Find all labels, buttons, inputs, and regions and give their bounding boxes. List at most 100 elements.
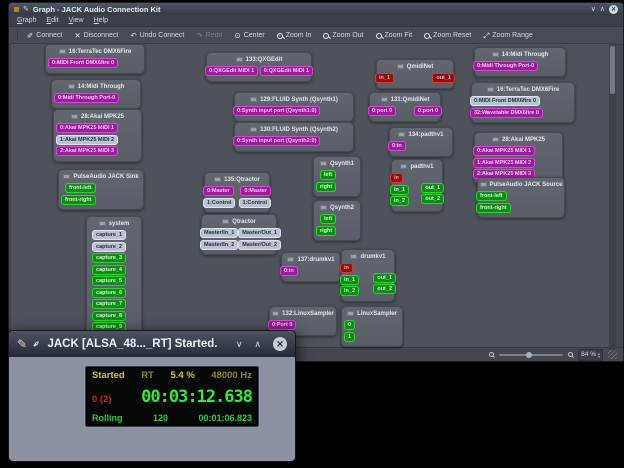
port-0-akai-mpk25-midi-1[interactable]: 0:Akai MPK25 MIDI 1 [473,146,535,156]
shade-up-icon[interactable]: ∧ [254,339,261,350]
port-front-right[interactable]: front-right [61,195,96,205]
menu-help[interactable]: Help [90,17,112,24]
node-padthv1-audio[interactable]: padthv1inin_1in_2xout_1out_2 [391,159,443,212]
port-front-left[interactable]: front-left [476,191,507,201]
port-0-akai-mpk25-midi-1[interactable]: 0:Akai MPK25 MIDI 1 [56,123,118,133]
port-1-control[interactable]: 1:Control [203,198,235,208]
node-padthv1-midi[interactable]: 134:padthv10:in [389,127,453,157]
zoom-spin-arrows[interactable]: ▴▾ [598,352,600,358]
port-in[interactable]: in [340,263,353,273]
node-midi-through-out[interactable]: 14:Midi Through0:Midi Through Port-0 [51,79,141,109]
patch-canvas[interactable]: 16:TerraTec DMX6Fire0:MIDI Front DMX6fir… [11,43,616,350]
vertical-scrollbar[interactable] [609,44,616,350]
node-qmidinet-alsa[interactable]: 131:QmidiNet0:port 00:port 0 [369,92,441,122]
zoom-range-button[interactable]: ⤢Zoom Range [478,31,537,41]
zoom-in-icon[interactable] [568,352,573,357]
port-1[interactable]: 1 [344,332,355,342]
port-0-master[interactable]: 0:Master [203,186,234,196]
node-qsynth2[interactable]: Qsynth2leftright [313,200,361,241]
zoom-fit-button[interactable]: Zoom Fit [371,31,418,40]
port-in-2[interactable]: in_2 [390,196,409,206]
port-master-out-1[interactable]: Master/Out_1 [238,228,281,238]
port-left[interactable]: left [320,214,336,224]
port-capture-7[interactable]: capture_7 [92,299,126,309]
port-0-midi-through-port-0[interactable]: 0:Midi Through Port-0 [54,93,119,103]
port-1-akai-mpk25-midi-2[interactable]: 1:Akai MPK25 MIDI 2 [56,135,118,145]
port-32-wavetable-dmx6fire-0[interactable]: 32:Wavetable DMX6fire 0 [470,108,543,118]
port-0-port-0[interactable]: 0:port 0 [368,106,396,116]
node-fluid-synth-1[interactable]: 129:FLUID Synth (Qsynth1)0:Synth input p… [234,92,354,122]
node-pulseaudio-source[interactable]: PulseAudio JACK Sourcefront-leftfront-ri… [477,177,565,218]
port-capture-8[interactable]: capture_8 [92,311,126,321]
port-0-synth-input-port-qsynth1-0-[interactable]: 0:Synth input port (Qsynth1:0) [233,106,320,116]
connect-button[interactable]: ✐Connect [22,31,67,41]
port-capture-5[interactable]: capture_5 [92,276,126,286]
port-front-right[interactable]: front-right [476,203,511,213]
port-right[interactable]: right [316,226,336,236]
port-capture-2[interactable]: capture_2 [92,242,126,252]
port-1-akai-mpk25-midi-2[interactable]: 1:Akai MPK25 MIDI 2 [473,158,535,168]
node-linuxsampler-audio[interactable]: LinuxSampler01 [341,306,403,347]
port-out-2[interactable]: out_2 [373,284,396,294]
port-0-in[interactable]: 0:in [280,266,298,276]
zoom-reset-button[interactable]: Zoom Reset [419,31,476,40]
port-capture-3[interactable]: capture_3 [92,253,126,263]
node-terratec-out[interactable]: 16:TerraTec DMX6Fire0:MIDI Front DMX6fir… [45,44,145,74]
node-qtractor-midi[interactable]: 135:Qtractor0:Master1:Control0:Master1:C… [204,172,270,213]
port-front-left[interactable]: front-left [65,183,96,193]
node-akai-out[interactable]: 28:Akai MPK250:Akai MPK25 MIDI 11:Akai M… [53,109,142,162]
port-master-in-1[interactable]: Master/In_1 [200,228,238,238]
undo-connect-button[interactable]: ↶Undo Connect [125,31,189,41]
node-qsynth1[interactable]: Qsynth1leftright [313,156,361,197]
port-in-1[interactable]: in_1 [340,275,359,285]
close-icon[interactable]: ✕ [609,5,618,14]
minimize-icon[interactable]: ∨ [591,6,596,13]
port-out-1[interactable]: out_1 [373,273,396,283]
qjackctl-titlebar[interactable]: ✎ ✒ JACK [ALSA_48..._RT] Started. ∨ ∧ ✕ [9,331,295,357]
port-right[interactable]: right [316,182,336,192]
node-drumkv1-audio[interactable]: drumkv1inin_1in_2xout_1out_2 [341,249,395,302]
zoom-in-button[interactable]: +Zoom In [272,31,317,40]
port-0-master[interactable]: 0:Master [240,186,271,196]
port-in[interactable]: in [390,173,403,183]
port-in-1[interactable]: in_1 [390,185,409,195]
zoom-out-icon[interactable] [489,352,494,357]
zoom-slider[interactable] [499,354,563,356]
maximize-icon[interactable]: ∧ [600,6,605,13]
node-drumkv1-midi[interactable]: 137:drumkv10:in [281,252,341,282]
port-capture-4[interactable]: capture_4 [92,265,126,275]
port-in-2[interactable]: in_2 [340,286,359,296]
port-0-port-0[interactable]: 0:Port 0 [268,320,296,330]
node-qtractor-audio[interactable]: QtractorMaster/In_1Master/In_2Master/Out… [201,214,277,255]
port-2-akai-mpk25-midi-3[interactable]: 2:Akai MPK25 MIDI 3 [56,146,118,156]
port-0-port-0[interactable]: 0:port 0 [414,106,442,116]
qjackctl-close-icon[interactable]: ✕ [273,337,287,351]
port-0-midi-front-dmx6fire-0[interactable]: 0:MIDI Front DMX6fire 0 [470,96,540,106]
zoom-out-button[interactable]: -Zoom Out [318,31,368,40]
port-0-midi-through-port-0[interactable]: 0:Midi Through Port-0 [473,61,538,71]
menu-edit[interactable]: Edit [42,17,62,24]
port-0-midi-front-dmx6fire-0[interactable]: 0:MIDI Front DMX6fire 0 [48,58,118,68]
port-0-qxgedit-midi-1[interactable]: 0:QXGEdit MIDI 1 [260,66,313,76]
disconnect-button[interactable]: ✕Disconnect [69,31,123,41]
port-in-1[interactable]: in_1 [375,73,394,83]
port-1-control[interactable]: 1:Control [239,198,271,208]
node-terratec-in[interactable]: 16:TerraTec DMX6Fire0:MIDI Front DMX6fir… [471,82,575,123]
port-capture-6[interactable]: capture_6 [92,288,126,298]
window-menu-icon[interactable] [14,7,19,12]
node-midi-through-in[interactable]: 14:Midi Through0:Midi Through Port-0 [474,47,566,77]
menu-graph[interactable]: Graph [13,17,40,24]
zoom-spinbox[interactable]: 84 % ▴▾ [578,349,603,361]
port-0[interactable]: 0 [344,320,355,330]
port-0-synth-input-port-qsynth2-0-[interactable]: 0:Synth input port (Qsynth2:0) [233,136,320,146]
pin-icon[interactable]: ✒ [30,337,44,351]
port-left[interactable]: left [320,170,336,180]
port-capture-1[interactable]: capture_1 [92,230,126,240]
node-fluid-synth-2[interactable]: 130:FLUID Synth (Qsynth2)0:Synth input p… [234,122,354,152]
node-pulseaudio-sink[interactable]: PulseAudio JACK Sinkfront-leftfront-righ… [58,169,144,210]
shade-down-icon[interactable]: ∨ [236,339,243,350]
graph-titlebar[interactable]: ✎ Graph - JACK Audio Connection Kit ∨ ∧ … [9,3,623,15]
node-qxgedit[interactable]: 133:QXGEdit0:QXGEdit MIDI 10:QXGEdit MID… [206,52,312,82]
vertical-scrollbar-thumb[interactable] [610,46,615,94]
menu-view[interactable]: View [65,17,88,24]
